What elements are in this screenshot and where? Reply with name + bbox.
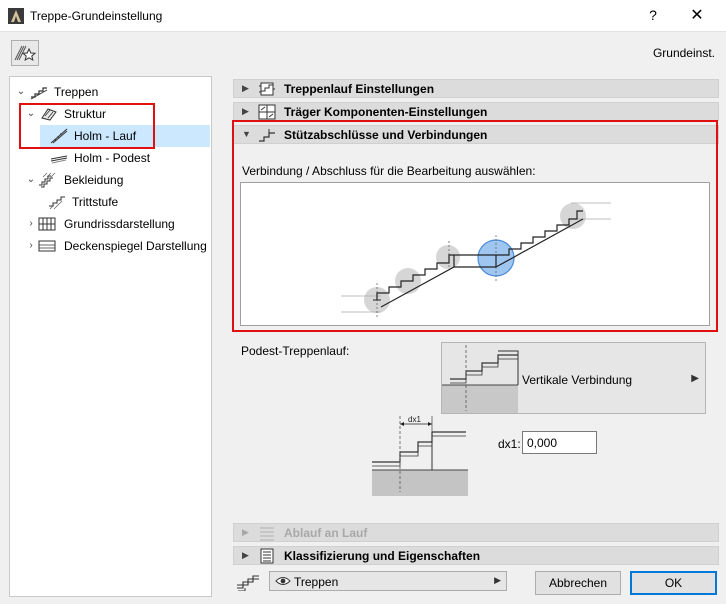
chevron-down-icon[interactable]: ⌄ <box>26 169 36 191</box>
flight-settings-icon <box>259 82 275 96</box>
tree-item-label: Grundrissdarstellung <box>64 217 175 231</box>
tree-item-label: Deckenspiegel Darstellung <box>64 239 207 253</box>
chevron-down-icon[interactable]: ⌄ <box>16 81 26 103</box>
view-select-label: Treppen <box>294 575 339 589</box>
vertical-connection-icon <box>442 345 519 413</box>
chevron-right-icon[interactable]: › <box>26 213 36 235</box>
archicad-app-icon <box>8 8 24 24</box>
tree-item-label: Treppen <box>54 85 99 99</box>
section-label: Treppenlauf Einstellungen <box>284 82 435 96</box>
triangle-right-icon: ▶ <box>242 527 249 537</box>
dx1-input[interactable] <box>522 431 597 454</box>
tree-item-deckenspiegel-darstellung[interactable]: › Deckenspiegel Darstellung <box>10 235 210 257</box>
section-treppenlauf-einstellungen[interactable]: ▶ Treppenlauf Einstellungen <box>233 79 719 98</box>
section-label: Klassifizierung und Eigenschaften <box>284 549 481 563</box>
preset-name-label: Grundeinst. <box>652 46 715 60</box>
landing-flight-label: Podest-Treppenlauf: <box>241 344 350 358</box>
title-bar: Treppe-Grundeinstellung ? ✕ <box>0 0 726 32</box>
close-button[interactable]: ✕ <box>686 5 708 25</box>
beam-components-icon <box>258 104 276 120</box>
triangle-right-icon: ▶ <box>242 83 249 93</box>
classification-icon <box>260 548 274 564</box>
view-select[interactable]: Treppen ▶ <box>269 571 507 591</box>
settings-tree: ⌄ Treppen ⌄ Struktur Holm - Lauf Holm - … <box>9 76 212 597</box>
stair-tool-icon <box>237 575 259 591</box>
triangle-right-icon: ▶ <box>242 106 249 116</box>
favorites-star-icon <box>14 45 37 62</box>
ok-button[interactable]: OK <box>630 571 717 595</box>
dx1-dimension-diagram: dx1 <box>372 415 468 496</box>
tree-item-label: Trittstufe <box>72 195 119 209</box>
tree-item-holm-podest[interactable]: Holm - Podest <box>10 147 210 169</box>
connection-type-label: Vertikale Verbindung <box>522 373 633 387</box>
stringer-landing-icon <box>50 155 68 164</box>
triangle-right-icon: ▶ <box>691 373 699 384</box>
ceiling-plan-icon <box>38 240 56 252</box>
tree-item-label: Bekleidung <box>64 173 124 187</box>
help-button[interactable]: ? <box>643 7 663 23</box>
tread-icon <box>49 196 65 210</box>
triangle-right-icon: ▶ <box>242 550 249 560</box>
tree-item-grundrissdarstellung[interactable]: › Grundrissdarstellung <box>10 213 210 235</box>
eye-icon <box>275 577 291 585</box>
section-highlight-box <box>232 120 718 332</box>
tree-item-trittstufe[interactable]: Trittstufe <box>10 191 210 213</box>
section-traeger-komponenten[interactable]: ▶ Träger Komponenten-Einstellungen <box>233 102 719 121</box>
favorites-button[interactable] <box>11 40 39 66</box>
floorplan-icon <box>38 217 56 231</box>
connection-type-button[interactable]: Vertikale Verbindung ▶ <box>441 342 706 414</box>
tree-item-treppen[interactable]: ⌄ Treppen <box>10 81 210 103</box>
drainage-icon <box>260 527 274 541</box>
chevron-right-icon[interactable]: › <box>26 235 36 257</box>
tree-item-label: Holm - Podest <box>74 151 151 165</box>
triangle-right-icon: ▶ <box>494 575 501 585</box>
cancel-button[interactable]: Abbrechen <box>535 571 621 595</box>
section-ablauf-an-lauf: ▶ Ablauf an Lauf <box>233 523 719 542</box>
tree-item-bekleidung[interactable]: ⌄ Bekleidung <box>10 169 210 191</box>
section-label: Träger Komponenten-Einstellungen <box>284 105 488 119</box>
section-label: Ablauf an Lauf <box>284 526 368 540</box>
dx1-label: dx1: <box>498 437 521 451</box>
stair-icon <box>30 87 48 100</box>
section-klassifizierung[interactable]: ▶ Klassifizierung und Eigenschaften <box>233 546 719 565</box>
window-title: Treppe-Grundeinstellung <box>30 9 163 23</box>
finish-icon <box>39 172 56 188</box>
tree-highlight-box <box>19 103 155 149</box>
dx1-dimension-label: dx1 <box>408 415 421 424</box>
